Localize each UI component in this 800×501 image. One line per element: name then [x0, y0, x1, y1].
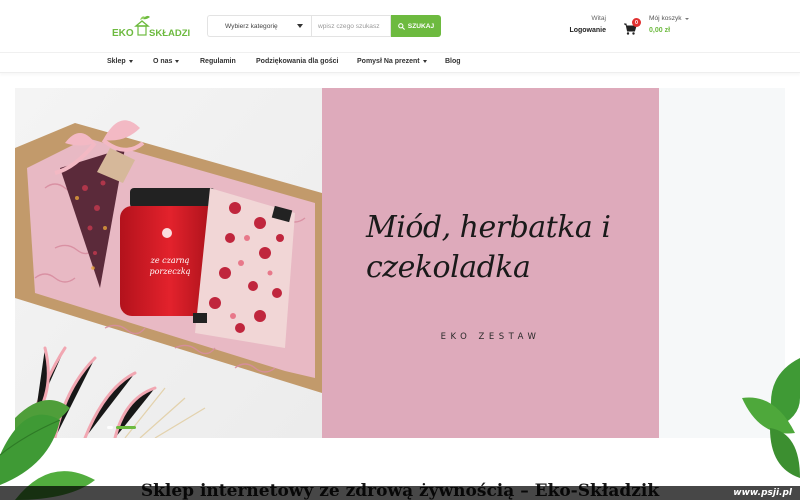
- caret-down-icon: [128, 60, 133, 63]
- hero-title-line2: czekoladka: [366, 250, 531, 285]
- category-select[interactable]: Wybierz kategorię: [207, 15, 311, 37]
- account-link[interactable]: Witaj Logowanie: [562, 15, 606, 34]
- search-button[interactable]: SZUKAJ: [391, 15, 441, 37]
- nav-item-label: O nas: [153, 58, 173, 65]
- category-select-label: Wybierz kategorię: [225, 22, 278, 30]
- search-bar: Wybierz kategorię wpisz czego szukasz SZ…: [207, 15, 441, 37]
- cart-count-badge: 0: [632, 18, 641, 27]
- slider-dot-active[interactable]: [116, 426, 136, 429]
- nav-item-sklep[interactable]: Sklep: [107, 58, 133, 65]
- search-button-label: SZUKAJ: [407, 22, 435, 30]
- site-logo[interactable]: EKO SKŁADZIK: [110, 14, 190, 42]
- svg-text:porzeczką: porzeczką: [149, 267, 190, 276]
- cart-summary[interactable]: Mój koszyk 0,00 zł: [649, 15, 689, 34]
- hero-title: Miód, herbatka i czekoladka: [366, 208, 626, 288]
- slider-dot[interactable]: [107, 426, 113, 429]
- main-nav: Sklep O nas Regulamin Podziękowania dla …: [0, 52, 800, 73]
- cart-title-label: Mój koszyk: [649, 15, 682, 22]
- leaf-decoration-icon: [742, 358, 800, 478]
- watermark-text: www.psji.pl: [733, 488, 792, 498]
- hero-title-line1: Miód, herbatka i: [366, 210, 611, 245]
- chevron-down-icon: [684, 17, 689, 20]
- cart-amount: 0,00 zł: [649, 27, 671, 34]
- svg-text:EKO: EKO: [112, 28, 134, 39]
- nav-item-pomysl-na-prezent[interactable]: Pomysł Na prezent: [357, 58, 427, 65]
- nav-item-regulamin[interactable]: Regulamin: [200, 58, 236, 65]
- caret-down-icon: [297, 24, 303, 28]
- nav-item-label: Regulamin: [200, 58, 236, 65]
- gift-box-image: ze czarną porzeczką: [15, 88, 322, 438]
- svg-text:ze czarną: ze czarną: [150, 256, 190, 265]
- login-link[interactable]: Logowanie: [562, 27, 606, 34]
- nav-item-o-nas[interactable]: O nas: [153, 58, 180, 65]
- hero-product-photo: ze czarną porzeczką: [15, 88, 322, 438]
- search-placeholder: wpisz czego szukasz: [318, 22, 380, 30]
- slider-pagination: [107, 426, 136, 429]
- site-header: EKO SKŁADZIK Wybierz kategorię wpisz cze…: [0, 0, 800, 52]
- caret-down-icon: [422, 60, 427, 63]
- nav-item-label: Pomysł Na prezent: [357, 58, 420, 65]
- logo-graphic: EKO SKŁADZIK: [112, 15, 190, 39]
- search-input[interactable]: wpisz czego szukasz: [311, 15, 391, 37]
- nav-item-label: Podziękowania dla gości: [256, 58, 339, 65]
- nav-item-blog[interactable]: Blog: [445, 58, 461, 65]
- search-icon: [397, 22, 405, 30]
- cart-title: Mój koszyk: [649, 15, 689, 22]
- nav-item-label: Blog: [445, 58, 461, 65]
- caret-down-icon: [175, 60, 180, 63]
- account-greeting: Witaj: [591, 15, 606, 22]
- svg-text:SKŁADZIK: SKŁADZIK: [149, 28, 190, 39]
- hero-subtitle: EKO ZESTAW: [440, 332, 541, 342]
- watermark-bar: [0, 486, 800, 500]
- nav-item-podziekowania[interactable]: Podziękowania dla gości: [256, 58, 338, 65]
- hero-text-panel: Miód, herbatka i czekoladka EKO ZESTAW: [322, 88, 659, 438]
- nav-item-label: Sklep: [107, 58, 126, 65]
- hero-slider[interactable]: ze czarną porzeczką Miód, herbatka i cze…: [15, 88, 659, 438]
